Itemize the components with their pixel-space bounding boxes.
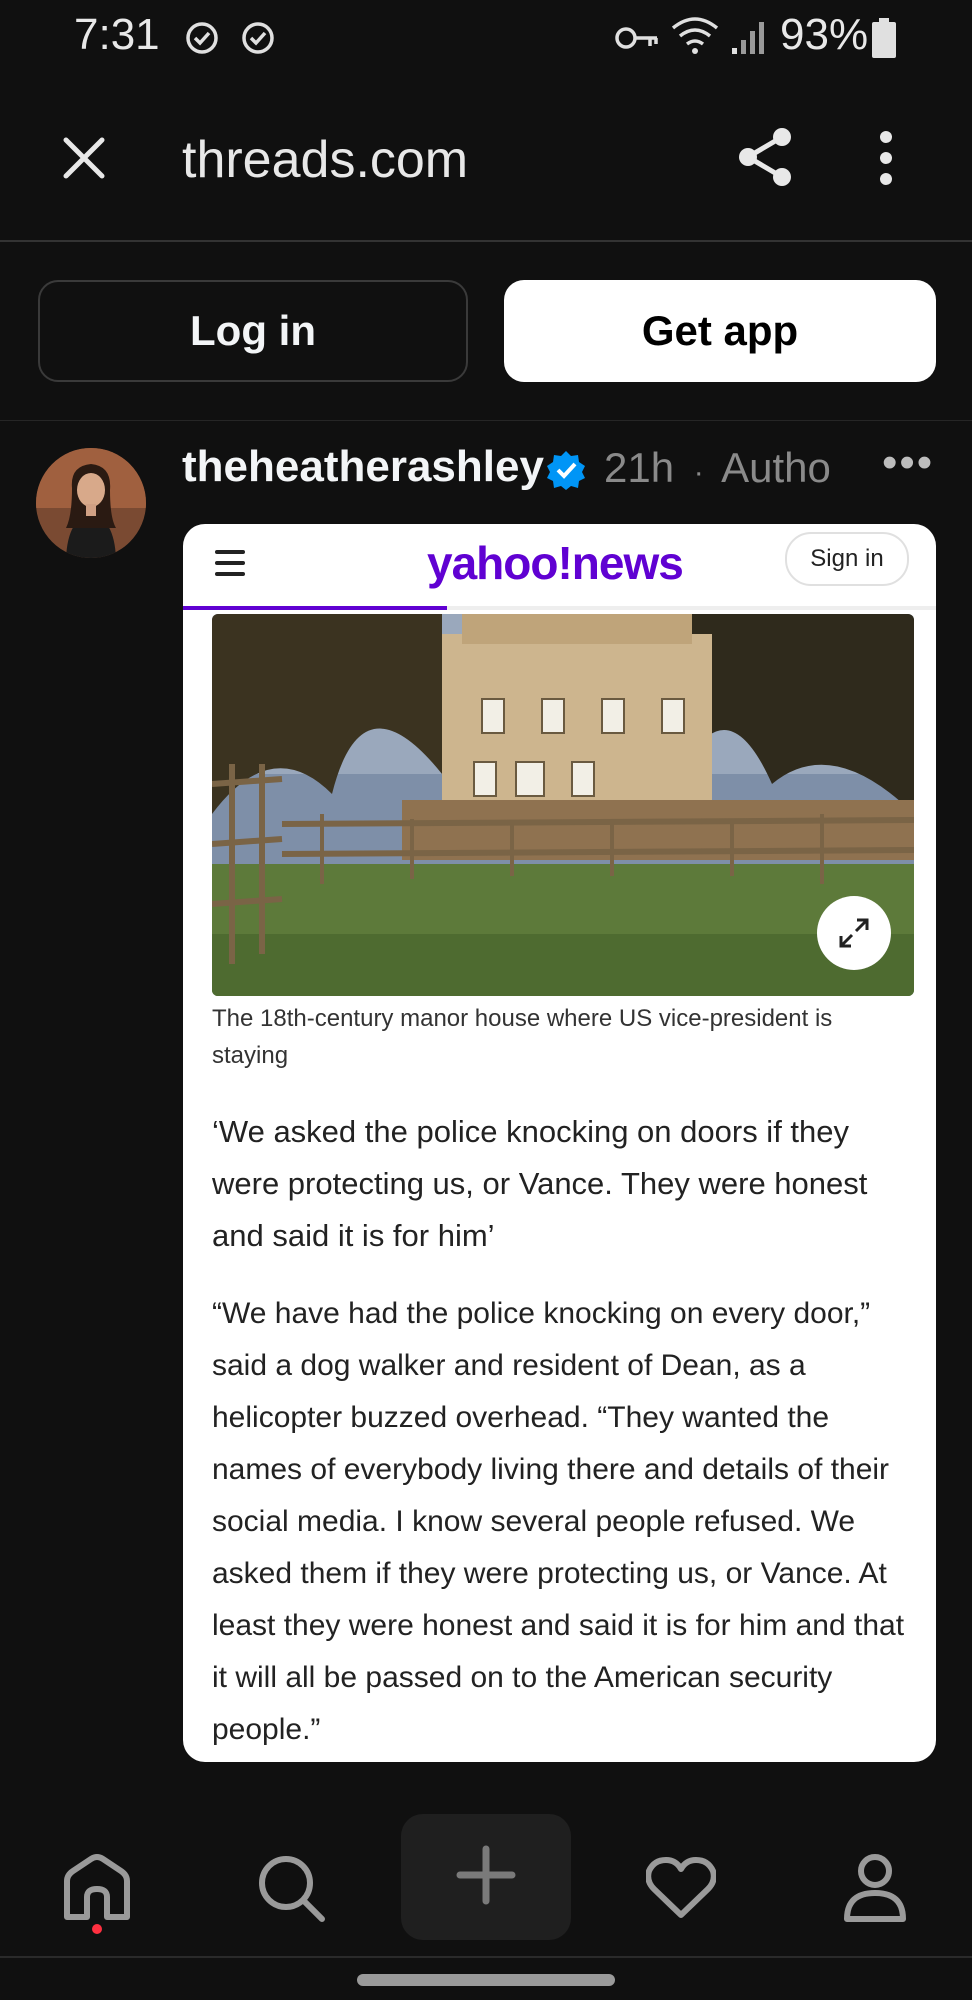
verified-badge-icon — [546, 450, 586, 495]
reading-progress-fill — [183, 606, 447, 610]
battery-icon — [872, 18, 896, 63]
post-image-card[interactable]: yahoo!news Sign in The 18th-century mano… — [183, 524, 936, 1762]
more-vert-icon[interactable] — [876, 130, 896, 191]
post-more-button[interactable]: ••• — [882, 438, 934, 488]
url-text[interactable]: threads.com — [182, 130, 468, 190]
meta-separator: · — [693, 456, 704, 489]
wifi-icon — [670, 14, 720, 61]
post-time: 21h — [604, 444, 675, 491]
get-app-button[interactable]: Get app — [504, 280, 936, 382]
browser-toolbar: threads.com — [0, 100, 972, 242]
reading-progress-bar — [183, 606, 936, 610]
nav-activity[interactable] — [626, 1840, 736, 1940]
check-circle-icon — [240, 20, 276, 61]
notification-dot — [92, 1924, 102, 1934]
home-icon — [61, 1853, 133, 1928]
battery-percentage: 93% — [780, 10, 869, 59]
close-icon[interactable] — [60, 134, 108, 187]
plus-icon — [456, 1845, 516, 1910]
nav-profile[interactable] — [820, 1840, 930, 1940]
share-icon[interactable] — [736, 126, 794, 193]
author-tag: Autho — [721, 444, 831, 491]
photo-caption: The 18th-century manor house where US vi… — [212, 1005, 833, 1069]
nav-divider — [0, 1956, 972, 1958]
heart-icon — [645, 1856, 717, 1924]
signal-icon — [730, 18, 768, 61]
post-meta: 21h · Autho — [604, 444, 831, 492]
nav-search[interactable] — [236, 1840, 346, 1940]
post-username[interactable]: theheatherashley — [182, 442, 544, 492]
avatar[interactable] — [36, 448, 146, 558]
yahoo-signin-button: Sign in — [785, 532, 909, 586]
home-indicator[interactable] — [357, 1974, 615, 1986]
bottom-navigation — [0, 1810, 972, 1960]
search-icon — [256, 1853, 326, 1928]
profile-icon — [843, 1853, 907, 1928]
divider — [0, 420, 972, 421]
expand-icon — [817, 896, 891, 970]
article-subheading: ‘We asked the police knocking on doors i… — [212, 1114, 868, 1253]
article-body: “We have had the police knocking on ever… — [212, 1297, 905, 1746]
manor-house-photo — [212, 614, 914, 996]
login-button[interactable]: Log in — [38, 280, 468, 382]
vpn-key-icon — [614, 22, 660, 59]
yahoo-header: yahoo!news Sign in — [183, 524, 936, 612]
nav-create[interactable] — [401, 1814, 571, 1940]
yahoo-news-logo: yahoo!news — [427, 537, 684, 589]
check-circle-icon — [184, 20, 220, 61]
status-bar: 7:31 93% — [0, 0, 972, 76]
hamburger-menu-icon — [215, 550, 245, 583]
status-time: 7:31 — [74, 10, 160, 59]
